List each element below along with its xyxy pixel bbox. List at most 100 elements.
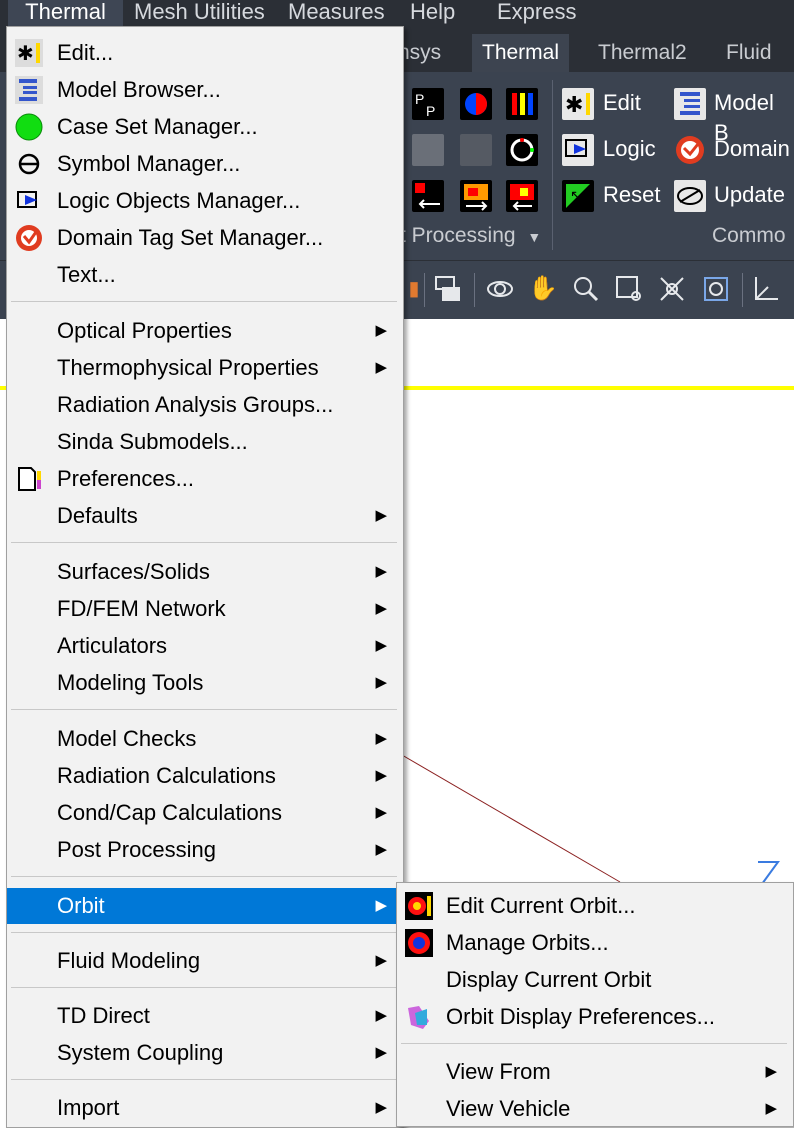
menu-item-label: Domain Tag Set Manager... — [57, 225, 324, 250]
submenu-arrow-icon: ▶ — [375, 322, 387, 339]
menu-item-label: Cond/Cap Calculations — [57, 800, 283, 825]
menu-item-label: Radiation Calculations — [57, 763, 276, 788]
submenu-arrow-icon: ▶ — [375, 767, 387, 784]
menu-item-preferences[interactable]: Preferences... — [7, 461, 401, 497]
green-circle-icon — [15, 113, 43, 141]
menu-item-thermophysical-properties[interactable]: Thermophysical Properties ▶ — [7, 350, 401, 386]
menu-separator — [11, 709, 397, 710]
menu-separator — [11, 1079, 397, 1080]
orbit-submenu: Edit Current Orbit... Manage Orbits... D… — [396, 882, 794, 1127]
menu-item-label: Sinda Submodels... — [57, 429, 248, 454]
menu-item-model-checks[interactable]: Model Checks ▶ — [7, 721, 401, 757]
menu-item-orbit-display-preferences[interactable]: Orbit Display Preferences... — [397, 999, 791, 1035]
menu-item-label: Radiation Analysis Groups... — [57, 392, 334, 417]
menu-separator — [11, 301, 397, 302]
menu-item-surfaces-solids[interactable]: Surfaces/Solids ▶ — [7, 554, 401, 590]
menu-item-label: Articulators — [57, 633, 168, 658]
orbit-preferences-icon — [405, 1003, 433, 1031]
menu-item-optical-properties[interactable]: Optical Properties ▶ — [7, 313, 401, 349]
menu-item-cond-cap-calculations[interactable]: Cond/Cap Calculations ▶ — [7, 795, 401, 831]
menu-item-label: Text... — [57, 262, 116, 287]
menu-item-label: Display Current Orbit — [446, 967, 652, 992]
menu-item-case-set-manager[interactable]: Case Set Manager... — [7, 109, 401, 145]
logic-objects-icon — [15, 187, 43, 215]
menu-item-post-processing[interactable]: Post Processing ▶ — [7, 832, 401, 868]
menu-separator — [11, 542, 397, 543]
menu-item-label: Symbol Manager... — [57, 151, 241, 176]
edit-asterisk-icon: ✱ — [15, 39, 43, 67]
menu-item-fluid-modeling[interactable]: Fluid Modeling ▶ — [7, 943, 401, 979]
submenu-arrow-icon: ▶ — [375, 804, 387, 821]
submenu-arrow-icon: ▶ — [375, 359, 387, 376]
menu-separator — [11, 876, 397, 877]
submenu-arrow-icon: ▶ — [375, 563, 387, 580]
menu-item-label: Manage Orbits... — [446, 930, 609, 955]
menu-item-td-direct[interactable]: TD Direct ▶ — [7, 998, 401, 1034]
menu-item-import[interactable]: Import ▶ — [7, 1090, 401, 1126]
submenu-arrow-icon: ▶ — [765, 1100, 777, 1117]
edit-orbit-icon — [405, 892, 433, 920]
menu-item-edit[interactable]: ✱ Edit... — [7, 35, 401, 71]
menu-item-label: Model Browser... — [57, 77, 221, 102]
menu-item-label: Case Set Manager... — [57, 114, 258, 139]
menu-item-sinda-submodels[interactable]: Sinda Submodels... — [7, 424, 401, 460]
menu-item-label: TD Direct — [57, 1003, 150, 1028]
menu-separator — [11, 987, 397, 988]
menu-item-label: View From — [446, 1059, 551, 1084]
menu-item-label: Logic Objects Manager... — [57, 188, 301, 213]
z-axis-label: Z — [758, 854, 759, 855]
menu-item-label: Preferences... — [57, 466, 194, 491]
manage-orbits-icon — [405, 929, 433, 957]
submenu-arrow-icon: ▶ — [375, 1044, 387, 1061]
submenu-arrow-icon: ▶ — [375, 897, 387, 914]
menu-item-label: Edit Current Orbit... — [446, 893, 636, 918]
menu-item-label: Modeling Tools — [57, 670, 204, 695]
menu-separator — [401, 1043, 787, 1044]
svg-text:✱: ✱ — [17, 41, 34, 65]
submenu-arrow-icon: ▶ — [375, 841, 387, 858]
menu-item-label: Import — [57, 1095, 120, 1120]
submenu-arrow-icon: ▶ — [765, 1063, 777, 1080]
submenu-arrow-icon: ▶ — [375, 674, 387, 691]
menu-item-model-browser[interactable]: Model Browser... — [7, 72, 401, 108]
menu-item-radiation-analysis-groups[interactable]: Radiation Analysis Groups... — [7, 387, 401, 423]
menu-item-manage-orbits[interactable]: Manage Orbits... — [397, 925, 791, 961]
menu-item-defaults[interactable]: Defaults ▶ — [7, 498, 401, 534]
menu-item-system-coupling[interactable]: System Coupling ▶ — [7, 1035, 401, 1071]
menu-item-label: Model Checks — [57, 726, 197, 751]
menu-item-label: FD/FEM Network — [57, 596, 226, 621]
menu-item-label: Orbit Display Preferences... — [446, 1004, 715, 1029]
menu-item-display-current-orbit[interactable]: Display Current Orbit — [397, 962, 791, 998]
submenu-arrow-icon: ▶ — [375, 1007, 387, 1024]
menu-item-label: Thermophysical Properties — [57, 355, 319, 380]
menu-item-articulators[interactable]: Articulators ▶ — [7, 628, 401, 664]
menu-item-view-vehicle[interactable]: View Vehicle ▶ — [397, 1091, 791, 1127]
menu-item-label: Post Processing — [57, 837, 216, 862]
menu-item-label: Defaults — [57, 503, 138, 528]
menu-item-label: Fluid Modeling — [57, 948, 201, 973]
menu-item-fd-fem-network[interactable]: FD/FEM Network ▶ — [7, 591, 401, 627]
preferences-icon — [15, 465, 43, 493]
menu-item-orbit[interactable]: Orbit ▶ — [7, 888, 401, 924]
domain-tag-icon — [15, 224, 43, 252]
menu-separator — [11, 932, 397, 933]
menu-item-label: Optical Properties — [57, 318, 232, 343]
menu-item-logic-objects-manager[interactable]: Logic Objects Manager... — [7, 183, 401, 219]
menu-item-text[interactable]: Text... — [7, 257, 401, 293]
model-browser-icon — [15, 76, 43, 104]
submenu-arrow-icon: ▶ — [375, 952, 387, 969]
menu-item-modeling-tools[interactable]: Modeling Tools ▶ — [7, 665, 401, 701]
menu-item-label: Orbit — [57, 893, 105, 918]
menu-item-radiation-calculations[interactable]: Radiation Calculations ▶ — [7, 758, 401, 794]
menu-item-label: View Vehicle — [446, 1096, 571, 1121]
menu-item-label: Surfaces/Solids — [57, 559, 210, 584]
symbol-theta-icon — [15, 150, 43, 178]
menu-item-view-from[interactable]: View From ▶ — [397, 1054, 791, 1090]
submenu-arrow-icon: ▶ — [375, 600, 387, 617]
menu-item-symbol-manager[interactable]: Symbol Manager... — [7, 146, 401, 182]
menu-item-domain-tag-set-manager[interactable]: Domain Tag Set Manager... — [7, 220, 401, 256]
submenu-arrow-icon: ▶ — [375, 1099, 387, 1116]
submenu-arrow-icon: ▶ — [375, 730, 387, 747]
menu-item-edit-current-orbit[interactable]: Edit Current Orbit... — [397, 888, 791, 924]
menu-item-label: System Coupling — [57, 1040, 224, 1065]
